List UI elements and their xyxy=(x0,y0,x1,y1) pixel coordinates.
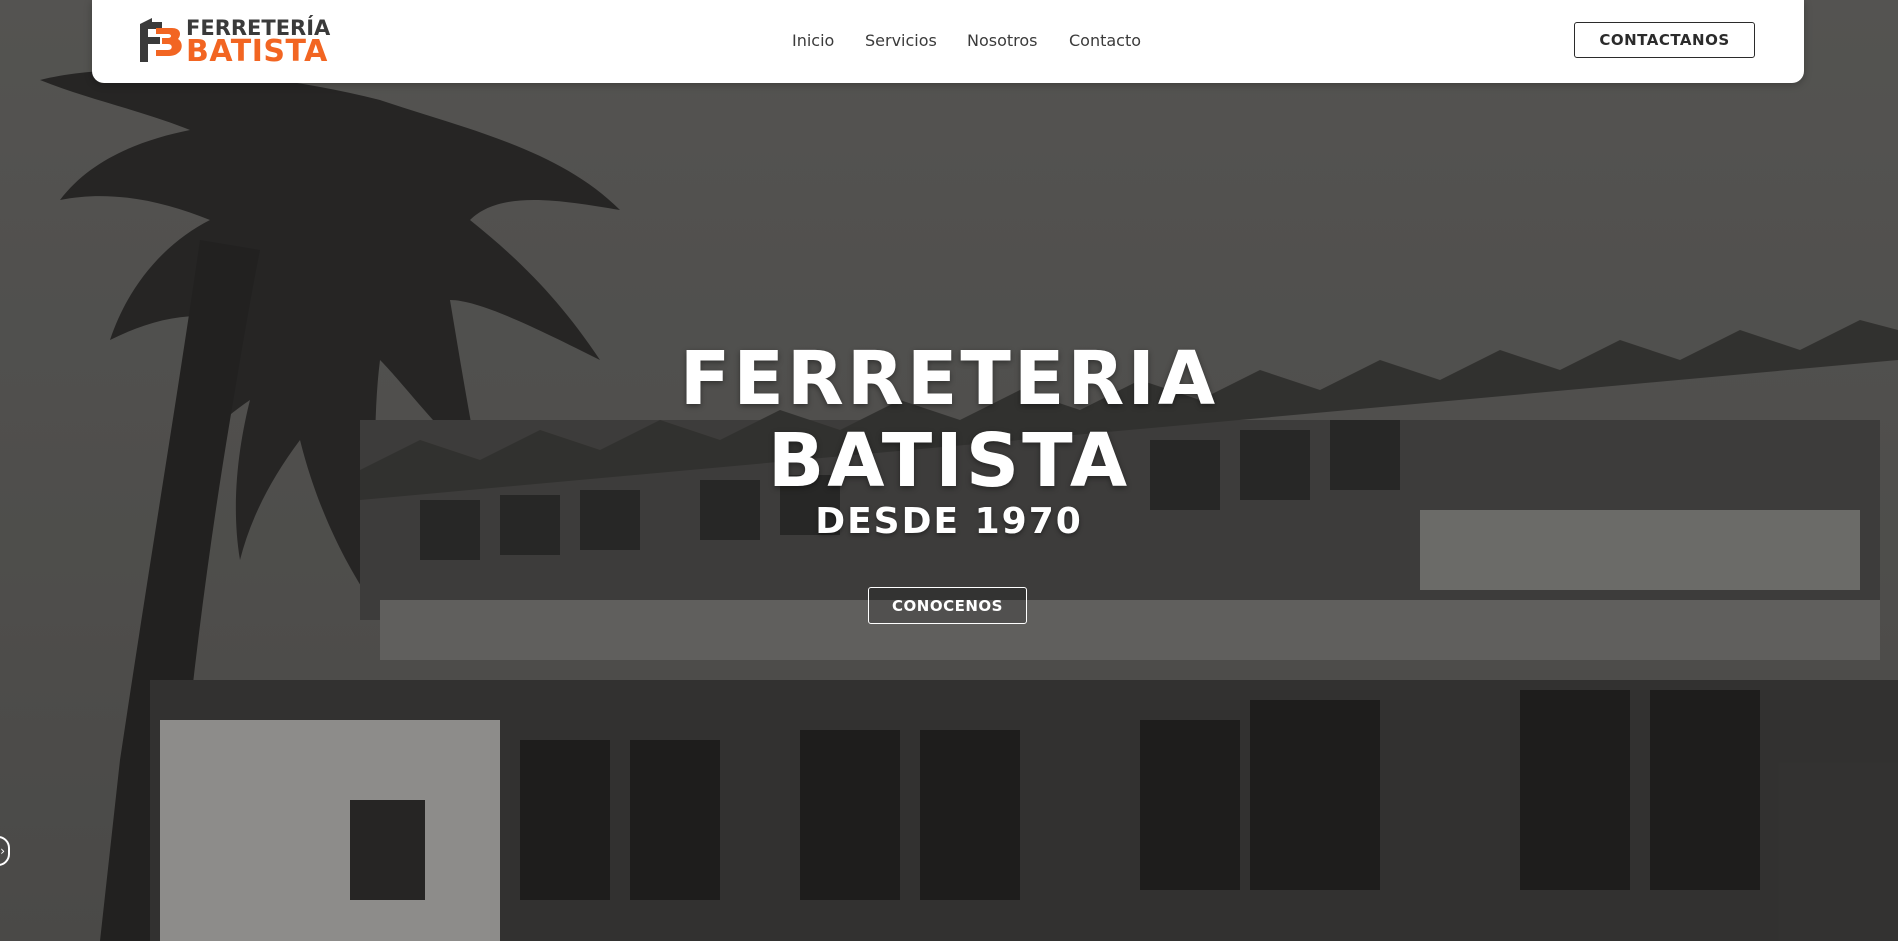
hero-title-line1: FERRETERIA xyxy=(679,336,1219,422)
conocenos-button[interactable]: CONOCENOS xyxy=(868,587,1027,624)
nav-link-servicios[interactable]: Servicios xyxy=(865,31,937,50)
chevron-right-icon: › xyxy=(0,844,5,858)
hero-title: FERRETERIA BATISTA xyxy=(549,338,1349,502)
hero-title-line2: BATISTA xyxy=(767,418,1131,504)
contactanos-button[interactable]: CONTACTANOS xyxy=(1574,22,1755,58)
nav-links: Inicio Servicios Nosotros Contacto xyxy=(92,0,1804,83)
hero-subtitle: DESDE 1970 xyxy=(815,501,1083,542)
nav-link-nosotros[interactable]: Nosotros xyxy=(967,31,1038,50)
hero-section: FERRETERIA BATISTA DESDE 1970 CONOCENOS … xyxy=(0,0,1898,941)
nav-link-contacto[interactable]: Contacto xyxy=(1069,31,1141,50)
nav-link-inicio[interactable]: Inicio xyxy=(792,31,834,50)
top-navbar: FERRETERÍA BATISTA Inicio Servicios Noso… xyxy=(92,0,1804,83)
